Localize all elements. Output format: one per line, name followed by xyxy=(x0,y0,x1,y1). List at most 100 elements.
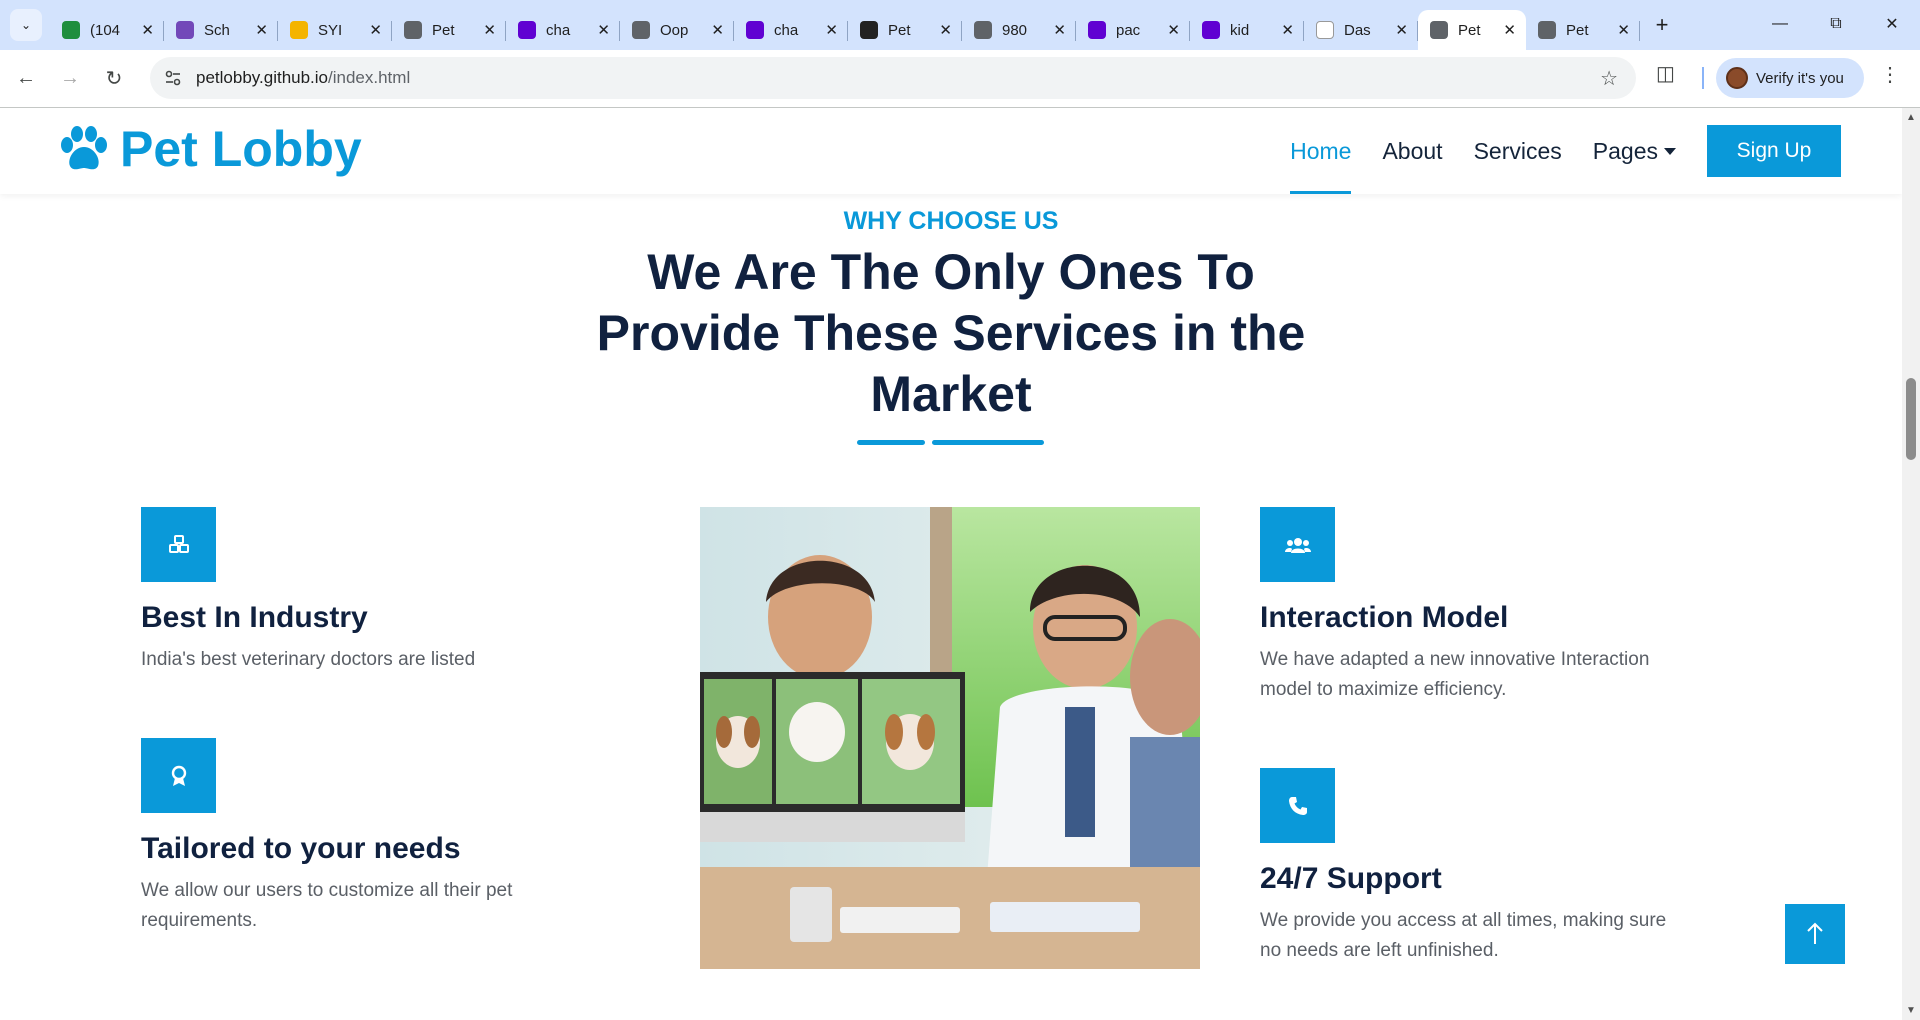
headline-underline-long xyxy=(932,440,1044,445)
browser-tab[interactable]: cha ✕ xyxy=(734,10,848,50)
page-scrollbar[interactable]: ▲ ▼ xyxy=(1902,108,1920,1020)
close-icon[interactable]: ✕ xyxy=(939,21,952,39)
tab-title: kid xyxy=(1230,21,1250,39)
vet-video-call-photo xyxy=(700,507,1200,969)
tab-title: cha xyxy=(774,21,799,39)
close-icon[interactable]: ✕ xyxy=(1053,21,1066,39)
address-bar[interactable]: petlobby.github.io/index.html ☆ xyxy=(150,57,1636,99)
close-window-button[interactable]: ✕ xyxy=(1864,0,1920,48)
nav-home[interactable]: Home xyxy=(1290,108,1352,194)
site-info-icon[interactable] xyxy=(158,63,188,93)
browser-tab[interactable]: Pet ✕ xyxy=(1418,10,1526,50)
browser-tab[interactable]: (104 ✕ xyxy=(50,10,164,50)
back-to-top-button[interactable] xyxy=(1785,904,1845,964)
globe-icon xyxy=(1538,21,1556,39)
browser-tab[interactable]: cha ✕ xyxy=(506,10,620,50)
browser-tab[interactable]: 980 ✕ xyxy=(962,10,1076,50)
browser-tab[interactable]: Das ✕ xyxy=(1304,10,1418,50)
url-host: petlobby.github.io xyxy=(196,68,329,87)
signup-button[interactable]: Sign Up xyxy=(1707,125,1841,177)
reload-button[interactable]: ↻ xyxy=(96,61,132,97)
tab-strip: ⌄ (104 ✕ Sch ✕ SYI ✕ Pet ✕ cha ✕ Oop ✕ cha ✕ Pet ✕ 980 ✕ p… xyxy=(0,0,1920,50)
avatar xyxy=(1726,67,1748,89)
restore-button[interactable]: ⧉ xyxy=(1808,0,1864,48)
close-icon[interactable]: ✕ xyxy=(483,21,496,39)
close-icon[interactable]: ✕ xyxy=(1167,21,1180,39)
forward-button[interactable]: → xyxy=(52,61,88,97)
close-icon[interactable]: ✕ xyxy=(255,21,268,39)
browser-tab[interactable]: Pet ✕ xyxy=(392,10,506,50)
nav-services[interactable]: Services xyxy=(1474,108,1562,194)
extensions-icon[interactable]: ◫ xyxy=(1656,61,1675,86)
yahoo-icon xyxy=(518,21,536,39)
toolbar-divider xyxy=(1702,67,1704,89)
section-eyebrow: WHY CHOOSE US xyxy=(843,207,1059,235)
nav-pages-label: Pages xyxy=(1592,137,1658,164)
window-controls: — ⧉ ✕ xyxy=(1752,0,1920,48)
browser-tab[interactable]: kid ✕ xyxy=(1190,10,1304,50)
tab-title: Pet xyxy=(1458,21,1481,39)
tab-title: pac xyxy=(1116,21,1141,39)
arrow-up-icon xyxy=(1807,922,1823,944)
feature-support: 24/7 Support We provide you access at al… xyxy=(1260,768,1690,966)
arrow-left-icon: ← xyxy=(16,67,36,89)
browser-tab[interactable]: Sch ✕ xyxy=(164,10,278,50)
browser-tab[interactable]: Oop ✕ xyxy=(620,10,734,50)
yahoo-icon xyxy=(1202,21,1220,39)
brand-logo[interactable]: Pet Lobby xyxy=(58,120,362,178)
site-navbar: Pet Lobby Home About Services Pages Sign… xyxy=(0,108,1902,194)
tab-search-button[interactable]: ⌄ xyxy=(10,9,42,41)
close-icon[interactable]: ✕ xyxy=(141,21,154,39)
feature-tailored: Tailored to your needs We allow our user… xyxy=(141,738,571,936)
nav-pages[interactable]: Pages xyxy=(1593,108,1676,194)
tab-title: cha xyxy=(546,21,571,39)
feature-best-in-industry: Best In Industry India's best veterinary… xyxy=(141,507,571,675)
close-icon[interactable]: ✕ xyxy=(1617,21,1630,39)
headline-underline-short xyxy=(857,440,925,445)
close-icon[interactable]: ✕ xyxy=(597,21,610,39)
tab-title: (104 xyxy=(90,21,121,39)
browser-tab[interactable]: SYI ✕ xyxy=(278,10,392,50)
globe-icon xyxy=(1430,21,1448,39)
tab-title: Oop xyxy=(660,21,689,39)
phone-icon xyxy=(1260,768,1335,843)
paw-icon xyxy=(61,126,107,170)
browser-tab[interactable]: pac ✕ xyxy=(1076,10,1190,50)
cubes-icon xyxy=(141,507,216,582)
badge-99-icon xyxy=(62,21,80,39)
verify-profile-button[interactable]: Verify it's you xyxy=(1716,58,1864,98)
dashboard-icon xyxy=(1316,21,1334,39)
browser-toolbar: ← → ↻ petlobby.github.io/index.html ☆ ◫ … xyxy=(0,50,1920,108)
scroll-down-icon[interactable]: ▼ xyxy=(1906,1005,1916,1016)
plus-icon: + xyxy=(1655,12,1669,37)
tab-title: Pet xyxy=(888,21,911,39)
globe-icon xyxy=(974,21,992,39)
main-nav: Home About Services Pages Sign Up xyxy=(1290,108,1902,194)
more-menu-icon[interactable]: ⋮ xyxy=(1880,62,1900,87)
close-icon[interactable]: ✕ xyxy=(369,21,382,39)
nav-about[interactable]: About xyxy=(1382,108,1442,194)
browser-tab[interactable]: Pet ✕ xyxy=(848,10,962,50)
tab-title: 980 xyxy=(1002,21,1028,39)
feature-title: Best In Industry xyxy=(141,601,368,634)
openai-icon xyxy=(860,21,878,39)
minimize-button[interactable]: — xyxy=(1752,0,1808,48)
caret-down-icon xyxy=(1664,147,1676,155)
close-icon[interactable]: ✕ xyxy=(1503,21,1516,39)
close-icon[interactable]: ✕ xyxy=(1395,21,1408,39)
close-icon[interactable]: ✕ xyxy=(825,21,838,39)
close-icon[interactable]: ✕ xyxy=(711,21,724,39)
close-icon[interactable]: ✕ xyxy=(1281,21,1294,39)
scrollbar-thumb[interactable] xyxy=(1906,378,1916,460)
award-icon xyxy=(141,738,216,813)
browser-tab[interactable]: Pet ✕ xyxy=(1526,10,1640,50)
tab-title: Sch xyxy=(204,21,230,39)
back-button[interactable]: ← xyxy=(8,61,44,97)
feature-title: Tailored to your needs xyxy=(141,832,461,865)
tab-title: Das xyxy=(1344,21,1371,39)
new-tab-button[interactable]: + xyxy=(1646,9,1678,41)
forms-icon xyxy=(176,21,194,39)
feature-desc: We allow our users to customize all thei… xyxy=(141,880,513,931)
scroll-up-icon[interactable]: ▲ xyxy=(1906,112,1916,123)
bookmark-star-icon[interactable]: ☆ xyxy=(1600,66,1618,91)
